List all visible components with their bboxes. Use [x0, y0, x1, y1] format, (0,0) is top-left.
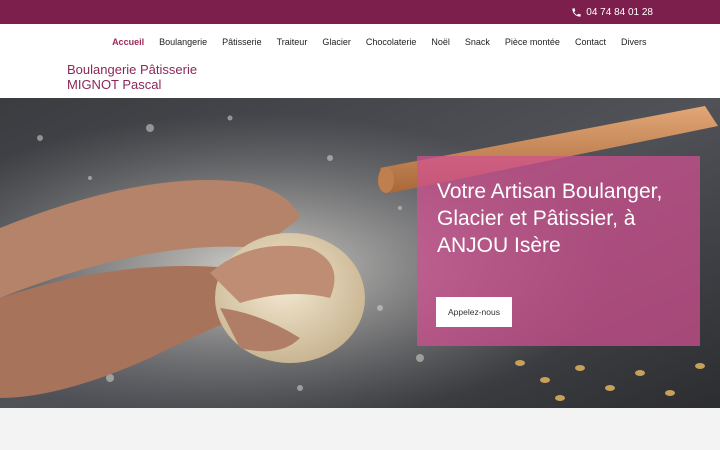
hero-title: Votre Artisan Boulanger, Glacier et Pâti… — [437, 180, 663, 257]
hero-overlay: Votre Artisan Boulanger, Glacier et Pâti… — [417, 156, 700, 346]
content-section — [0, 408, 720, 450]
site-header: Accueil Boulangerie Pâtisserie Traiteur … — [0, 24, 720, 98]
main-nav: Accueil Boulangerie Pâtisserie Traiteur … — [105, 37, 654, 47]
phone-icon — [571, 7, 582, 18]
nav-item-patisserie[interactable]: Pâtisserie — [215, 37, 270, 47]
nav-item-chocolaterie[interactable]: Chocolaterie — [358, 37, 424, 47]
nav-item-accueil[interactable]: Accueil — [105, 37, 152, 47]
call-us-button[interactable]: Appelez-nous — [436, 297, 512, 327]
site-logo-text[interactable]: Boulangerie Pâtisserie MIGNOT Pascal — [67, 62, 197, 92]
nav-item-piece-montee[interactable]: Pièce montée — [497, 37, 567, 47]
brand-line-1: Boulangerie Pâtisserie — [67, 62, 198, 77]
nav-item-traiteur[interactable]: Traiteur — [269, 37, 315, 47]
top-bar: 04 74 84 01 28 — [0, 0, 720, 24]
brand-line-2: MIGNOT Pascal — [67, 77, 162, 92]
nav-item-noel[interactable]: Noël — [424, 37, 458, 47]
nav-item-boulangerie[interactable]: Boulangerie — [152, 37, 215, 47]
nav-item-snack[interactable]: Snack — [457, 37, 497, 47]
nav-item-contact[interactable]: Contact — [567, 37, 613, 47]
hero-banner: Votre Artisan Boulanger, Glacier et Pâti… — [0, 98, 720, 408]
nav-item-divers[interactable]: Divers — [613, 37, 654, 47]
phone-link[interactable]: 04 74 84 01 28 — [571, 0, 653, 24]
phone-number: 04 74 84 01 28 — [586, 6, 653, 18]
nav-item-glacier[interactable]: Glacier — [315, 37, 359, 47]
